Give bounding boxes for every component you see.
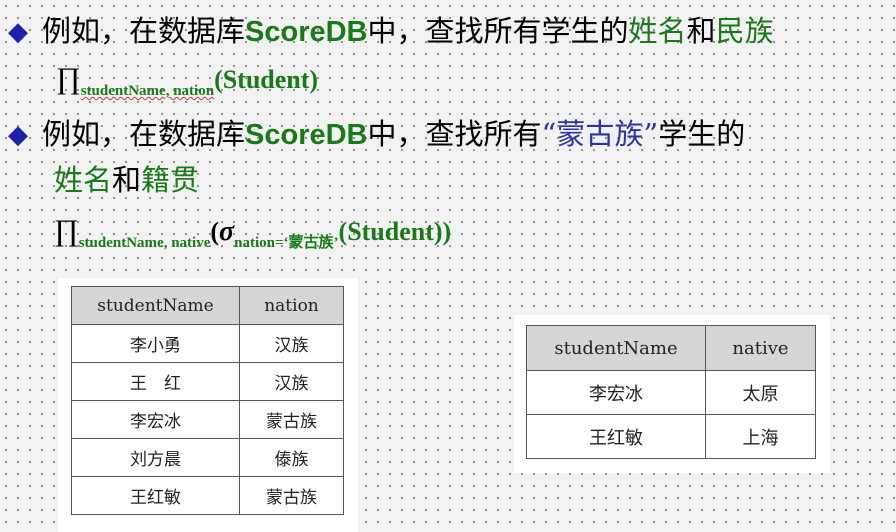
relation-name: (Student) [214, 65, 319, 94]
database-name: ScoreDB [245, 16, 368, 48]
bullet-item-1: ◆ 例如，在数据库ScoreDB中，查找所有学生的姓名和民族 [8, 11, 774, 52]
column-header: studentName [526, 325, 706, 371]
projection-selection-formula: ∏studentName, native(σnation=‘蒙古族’(Stude… [54, 214, 451, 252]
condition-value: “蒙古族” [541, 117, 659, 151]
table-cell: 王 红 [71, 362, 240, 401]
text-segment: 例如，在数据库 [42, 14, 246, 48]
table-row: 李宏冰 蒙古族 [71, 400, 344, 439]
native-table-card: studentName native 李宏冰 太原 王红敏 上海 [514, 315, 830, 473]
table-cell: 太原 [705, 370, 816, 415]
column-header: studentName [71, 286, 240, 325]
table-row: 王 红 汉族 [71, 362, 344, 401]
table-cell: 上海 [705, 414, 816, 459]
diamond-bullet-icon: ◆ [8, 17, 28, 47]
text-segment: 中，查找所有学生的 [367, 14, 629, 48]
table-header-row: studentName native [526, 325, 816, 371]
projection-attributes: studentName, native [78, 235, 211, 251]
attribute-nation: 民族 [715, 14, 774, 48]
selection-condition: nation=‘蒙古族’ [234, 235, 339, 251]
attribute-name: 姓名 [54, 163, 113, 197]
column-header: nation [239, 286, 344, 325]
table-cell: 王红敏 [526, 414, 706, 459]
table-cell: 李宏冰 [526, 370, 706, 415]
table-cell: 汉族 [239, 324, 344, 363]
relation-name: (Student)) [338, 217, 452, 246]
projection-symbol: ∏ [54, 214, 79, 247]
projection-attributes: studentName, nation [80, 83, 215, 99]
bullet-item-2-continued: 姓名和籍贯 [54, 160, 199, 200]
text-segment: 例如，在数据库 [42, 117, 246, 151]
native-table: studentName native 李宏冰 太原 王红敏 上海 [526, 325, 816, 459]
projection-symbol: ∏ [56, 62, 81, 95]
attribute-name: 姓名 [628, 14, 687, 48]
table-header-row: studentName nation [71, 286, 344, 325]
text-segment: 中，查找所有 [367, 117, 542, 151]
text-segment: 学生的 [658, 117, 746, 151]
table-cell: 李小勇 [71, 324, 240, 363]
text-segment: 和 [112, 163, 142, 197]
bullet-item-2: ◆ 例如，在数据库ScoreDB中，查找所有“蒙古族”学生的 [8, 114, 745, 155]
database-name: ScoreDB [245, 119, 368, 151]
table-cell: 刘方晨 [71, 438, 240, 477]
nation-table: studentName nation 李小勇 汉族 王 红 汉族 李宏冰 蒙古族… [71, 286, 344, 515]
diamond-bullet-icon: ◆ [8, 120, 28, 150]
table-cell: 傣族 [239, 438, 344, 477]
open-paren: ( [210, 217, 220, 246]
table-row: 王红敏 上海 [526, 414, 816, 459]
projection-formula-1: ∏studentName, nation(Student) [56, 62, 318, 100]
table-cell: 蒙古族 [239, 476, 344, 515]
table-row: 李小勇 汉族 [71, 324, 344, 363]
nation-table-card: studentName nation 李小勇 汉族 王 红 汉族 李宏冰 蒙古族… [58, 278, 358, 532]
text-segment: 和 [686, 14, 716, 48]
table-cell: 蒙古族 [239, 400, 344, 439]
selection-symbol: σ [219, 216, 235, 247]
table-row: 刘方晨 傣族 [71, 438, 344, 477]
column-header: native [705, 325, 816, 371]
table-row: 王红敏 蒙古族 [71, 476, 344, 515]
attribute-native: 籍贯 [141, 163, 200, 197]
table-cell: 汉族 [239, 362, 344, 401]
table-cell: 王红敏 [71, 476, 240, 515]
table-cell: 李宏冰 [71, 400, 240, 439]
table-row: 李宏冰 太原 [526, 370, 816, 415]
